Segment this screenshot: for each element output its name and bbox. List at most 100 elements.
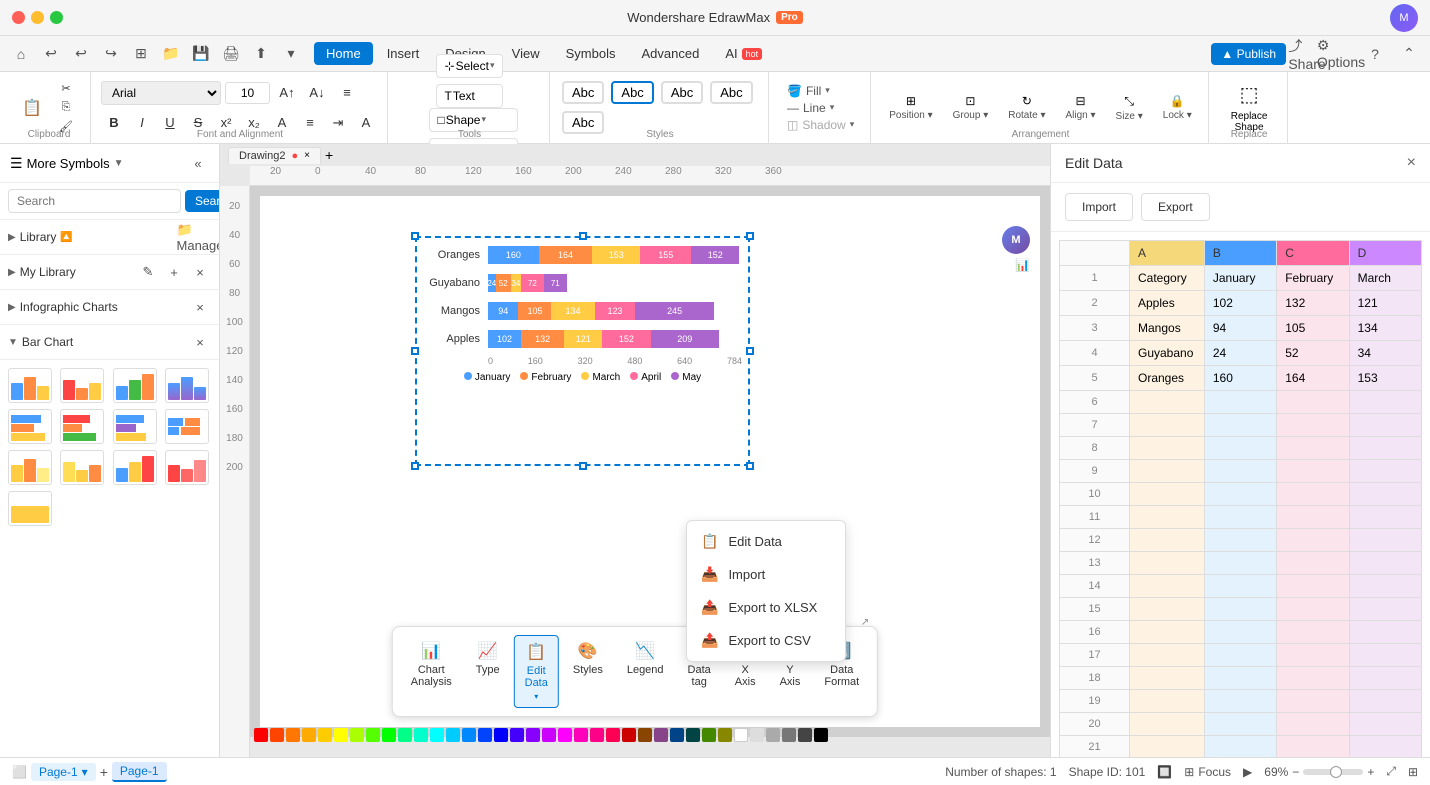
color-aquamarine[interactable] xyxy=(414,728,428,742)
cell-10-c[interactable] xyxy=(1277,483,1349,506)
save-icon[interactable]: 💾 xyxy=(188,41,214,67)
cell-10-a[interactable] xyxy=(1130,483,1205,506)
handle-tr[interactable] xyxy=(746,232,754,240)
style-pill-1[interactable]: Abc xyxy=(562,81,604,104)
color-brown[interactable] xyxy=(638,728,652,742)
color-light-gray[interactable] xyxy=(750,728,764,742)
cell-5-a[interactable]: Oranges xyxy=(1130,366,1205,391)
cell-4-a[interactable]: Guyabano xyxy=(1130,341,1205,366)
undo2-icon[interactable]: ↩ xyxy=(68,41,94,67)
dropdown-import[interactable]: 📥 Import xyxy=(687,558,845,591)
add-page-button[interactable]: + xyxy=(100,764,108,780)
cell-18-a[interactable] xyxy=(1130,667,1205,690)
cell-12-d[interactable] xyxy=(1349,529,1421,552)
minimize-button[interactable] xyxy=(31,11,44,24)
cell-9-b[interactable] xyxy=(1204,460,1276,483)
cell-16-c[interactable] xyxy=(1277,621,1349,644)
panel-close-button[interactable]: × xyxy=(1407,154,1416,172)
cell-8-c[interactable] xyxy=(1277,437,1349,460)
cell-21-c[interactable] xyxy=(1277,736,1349,758)
cell-14-c[interactable] xyxy=(1277,575,1349,598)
shadow-dropdown[interactable]: ▾ xyxy=(850,119,855,130)
indent-button[interactable]: ⇥ xyxy=(325,110,351,136)
fullscreen-button[interactable]: ⤢ xyxy=(1386,764,1396,779)
zoom-slider[interactable] xyxy=(1303,769,1363,775)
italic-button[interactable]: I xyxy=(129,110,155,136)
manage-icon[interactable]: 📁 Manage xyxy=(189,226,211,248)
color-teal[interactable] xyxy=(686,728,700,742)
cell-19-d[interactable] xyxy=(1349,690,1421,713)
color-magenta-violet[interactable] xyxy=(542,728,556,742)
chevron-up-icon[interactable]: ⌃ xyxy=(1396,41,1422,67)
infographic-label[interactable]: Infographic Charts xyxy=(8,300,118,314)
style-pill-5[interactable]: Abc xyxy=(562,111,604,134)
cell-2-b[interactable]: 102 xyxy=(1204,291,1276,316)
my-library-label[interactable]: My Library xyxy=(8,265,76,279)
text-button[interactable]: T Text xyxy=(436,84,504,108)
handle-br[interactable] xyxy=(746,462,754,470)
chart-thumb-13[interactable] xyxy=(8,491,52,526)
chart-thumb-12[interactable] xyxy=(165,450,209,485)
chart-analysis-button[interactable]: 📊 ChartAnalysis xyxy=(401,635,462,708)
chart-thumb-1[interactable] xyxy=(8,368,52,403)
cell-6-c[interactable] xyxy=(1277,391,1349,414)
menu-advanced[interactable]: Advanced xyxy=(629,42,711,65)
cell-6-a[interactable] xyxy=(1130,391,1205,414)
cell-13-b[interactable] xyxy=(1204,552,1276,575)
bold-button[interactable]: B xyxy=(101,110,127,136)
options-icon[interactable]: ⚙ Options xyxy=(1328,41,1354,67)
publish-button[interactable]: ▲ Publish xyxy=(1211,43,1286,65)
paste-button[interactable]: 📋 xyxy=(16,94,48,122)
cell-15-c[interactable] xyxy=(1277,598,1349,621)
cell-4-b[interactable]: 24 xyxy=(1204,341,1276,366)
grid-button[interactable]: ⊞ xyxy=(1408,765,1418,779)
rotate-button[interactable]: ↻Rotate ▾ xyxy=(1000,90,1053,125)
cell-16-d[interactable] xyxy=(1349,621,1421,644)
play-button[interactable]: ▶ xyxy=(1243,765,1252,779)
cell-11-d[interactable] xyxy=(1349,506,1421,529)
chart-icon-btn[interactable]: 📊 xyxy=(1015,258,1030,272)
increase-font-button[interactable]: A↑ xyxy=(274,80,300,106)
handle-tl[interactable] xyxy=(411,232,419,240)
chart-thumb-4[interactable] xyxy=(165,368,209,403)
export-icon[interactable]: ⬆ xyxy=(248,41,274,67)
col-header-b[interactable]: B xyxy=(1204,241,1276,266)
more-icon[interactable]: ▾ xyxy=(278,41,304,67)
color-bright-yellow[interactable] xyxy=(334,728,348,742)
new-icon[interactable]: ⊞ xyxy=(128,41,154,67)
handle-ml[interactable] xyxy=(411,347,419,355)
zoom-in-button[interactable]: + xyxy=(1367,765,1374,779)
print-icon[interactable]: 🖨 xyxy=(218,41,244,67)
cell-17-c[interactable] xyxy=(1277,644,1349,667)
cell-5-c[interactable]: 164 xyxy=(1277,366,1349,391)
cell-12-b[interactable] xyxy=(1204,529,1276,552)
cell-20-d[interactable] xyxy=(1349,713,1421,736)
select-button[interactable]: ⊹ Select ▾ xyxy=(436,54,504,78)
cell-20-b[interactable] xyxy=(1204,713,1276,736)
cell-8-a[interactable] xyxy=(1130,437,1205,460)
chart-thumb-9[interactable] xyxy=(8,450,52,485)
cell-3-d[interactable]: 134 xyxy=(1349,316,1421,341)
add-tab-button[interactable]: + xyxy=(325,147,333,163)
style-pill-4[interactable]: Abc xyxy=(710,81,752,104)
cell-3-c[interactable]: 105 xyxy=(1277,316,1349,341)
color-green[interactable] xyxy=(382,728,396,742)
cell-19-c[interactable] xyxy=(1277,690,1349,713)
color-pink[interactable] xyxy=(574,728,588,742)
menu-symbols[interactable]: Symbols xyxy=(554,42,628,65)
cell-18-c[interactable] xyxy=(1277,667,1349,690)
font-color-button[interactable]: A xyxy=(353,110,379,136)
cell-21-d[interactable] xyxy=(1349,736,1421,758)
color-purple[interactable] xyxy=(654,728,668,742)
cell-8-b[interactable] xyxy=(1204,437,1276,460)
color-blue[interactable] xyxy=(478,728,492,742)
cell-4-d[interactable]: 34 xyxy=(1349,341,1421,366)
redo-icon[interactable]: ↪ xyxy=(98,41,124,67)
layers-icon[interactable]: 🔲 xyxy=(1157,765,1172,779)
export-button[interactable]: Export xyxy=(1141,193,1210,221)
cell-11-b[interactable] xyxy=(1204,506,1276,529)
cell-15-d[interactable] xyxy=(1349,598,1421,621)
cell-9-d[interactable] xyxy=(1349,460,1421,483)
cell-21-b[interactable] xyxy=(1204,736,1276,758)
group-button[interactable]: ⊡Group ▾ xyxy=(945,90,997,125)
